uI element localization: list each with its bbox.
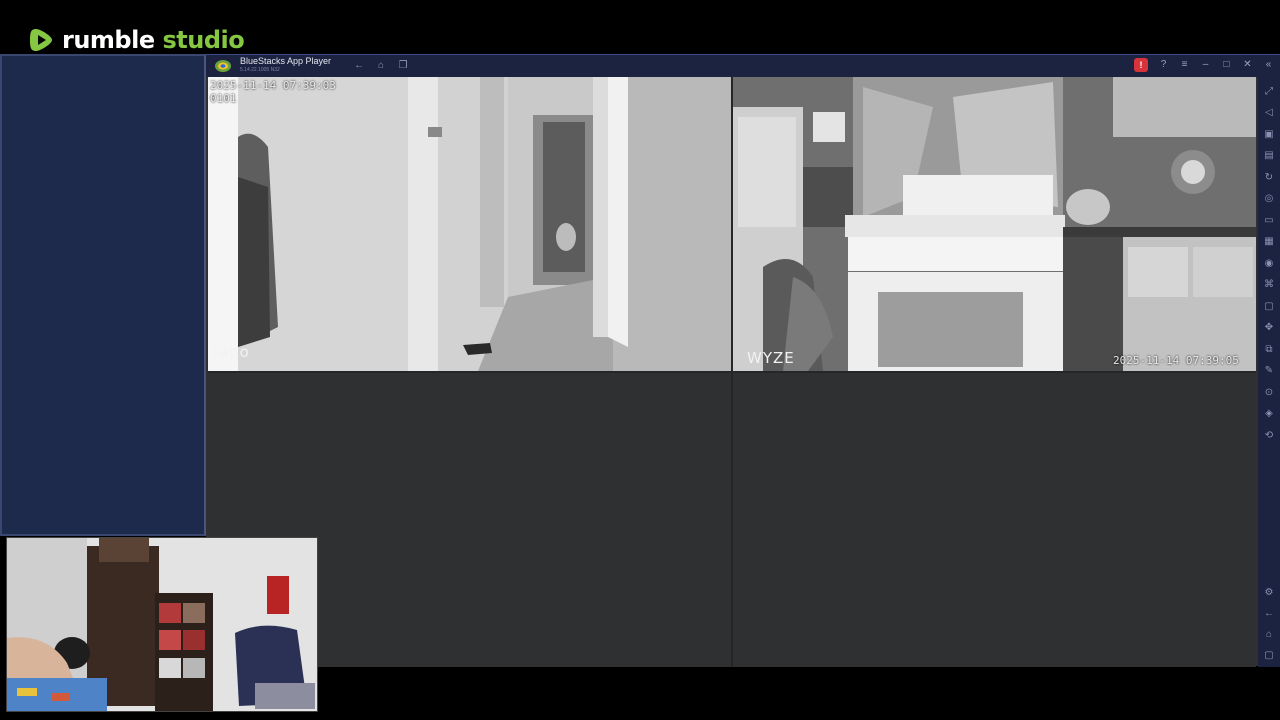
bluestacks-window: BlueStacks App Player 5.14.22.1005 N32 ←…	[206, 54, 1280, 667]
media-icon[interactable]: ▣	[1262, 128, 1276, 142]
maximize-icon[interactable]: □	[1221, 58, 1232, 72]
rumble-studio-logo: rumble studio	[28, 24, 245, 56]
camera-tile-2[interactable]: WYZE 2025-11-14 07:39:05	[733, 77, 1256, 371]
hallway-feed-image	[208, 77, 731, 371]
record-icon[interactable]: !	[1134, 58, 1148, 72]
camera-tile-4[interactable]	[733, 373, 1256, 667]
titlebar-nav: ← ⌂ ❐	[353, 60, 409, 72]
rumble-play-icon	[30, 29, 52, 51]
fullscreen-icon[interactable]: ⤢	[1262, 85, 1276, 99]
close-icon[interactable]: ✕	[1242, 58, 1253, 72]
camera-1-channel: 0101	[210, 92, 237, 105]
eco-mode-icon[interactable]: ✎	[1262, 364, 1276, 378]
copy-icon[interactable]: ⧉	[1262, 343, 1276, 357]
window-controls: ! ? ≡ – □ ✕ «	[1134, 58, 1274, 72]
recent-apps-icon[interactable]: ▢	[1262, 649, 1276, 663]
multi-instance-icon[interactable]: ❐	[397, 60, 409, 72]
sync-icon[interactable]: ◎	[1262, 192, 1276, 206]
help-icon[interactable]: ?	[1158, 58, 1169, 72]
restore-icon[interactable]: ⟲	[1262, 429, 1276, 443]
volume-icon[interactable]: ◁	[1262, 106, 1276, 120]
folder-icon[interactable]: ▢	[1262, 300, 1276, 314]
camera-1-timestamp: 2025-11-14 07:39:03	[210, 79, 336, 92]
menu-icon[interactable]: ≡	[1179, 58, 1190, 72]
brand-name-accent: studio	[162, 26, 245, 54]
brand-wordmark: rumble studio	[62, 26, 245, 54]
brand-name-main: rumble	[62, 26, 155, 54]
bluestacks-app-icon	[215, 60, 231, 72]
titlebar: BlueStacks App Player 5.14.22.1005 N32 ←…	[206, 55, 1280, 77]
window-title: BlueStacks App Player	[240, 56, 332, 66]
rotate-icon[interactable]: ↻	[1262, 171, 1276, 185]
minimize-icon[interactable]: –	[1200, 58, 1211, 72]
screen-record-icon[interactable]: ◉	[1262, 257, 1276, 271]
webcam-overlay	[6, 537, 318, 712]
sidebar-bottom-tools: ⚙ ← ⌂ ▢	[1262, 586, 1276, 663]
camera-2-timestamp: 2025-11-14 07:39:05	[1113, 354, 1239, 367]
camera-2-brand: WYZE	[747, 349, 795, 367]
apk-icon[interactable]: ▦	[1262, 235, 1276, 249]
left-panel	[0, 54, 206, 536]
settings-icon[interactable]: ⚙	[1262, 586, 1276, 600]
camera-1-brand: tapo	[212, 343, 250, 361]
back-arrow-icon[interactable]: ←	[1262, 607, 1276, 621]
android-home-icon[interactable]: ⌂	[1262, 628, 1276, 642]
home-icon[interactable]: ⌂	[375, 60, 387, 72]
camera-tile-1[interactable]: 2025-11-14 07:39:03 0101 tapo	[208, 77, 731, 371]
layers-icon[interactable]: ◈	[1262, 407, 1276, 421]
macro-icon[interactable]: ⌘	[1262, 278, 1276, 292]
location-icon[interactable]: ⊙	[1262, 386, 1276, 400]
screen: rumble studio BlueStacks App Player 5.14…	[0, 0, 1280, 720]
bluestacks-sidebar: ⤢ ◁ ▣ ▤ ↻ ◎ ▭ ▦ ◉ ⌘ ▢ ✥ ⧉ ✎ ⊙ ◈ ⟲ ⚙ ← ⌂ …	[1258, 77, 1280, 667]
camera-grid: 2025-11-14 07:39:03 0101 tapo WYZE 2025-…	[208, 77, 1256, 667]
back-icon[interactable]: ←	[353, 60, 365, 72]
gamepad-icon[interactable]: ▭	[1262, 214, 1276, 228]
webcam-feed-image	[7, 538, 317, 711]
window-title-block: BlueStacks App Player 5.14.22.1005 N32	[240, 57, 331, 75]
shake-icon[interactable]: ✥	[1262, 321, 1276, 335]
window-version: 5.14.22.1005 N32	[240, 67, 280, 73]
screenshot-icon[interactable]: ▤	[1262, 149, 1276, 163]
collapse-sidebar-icon[interactable]: «	[1263, 58, 1274, 72]
kitchen-feed-image	[733, 77, 1256, 371]
